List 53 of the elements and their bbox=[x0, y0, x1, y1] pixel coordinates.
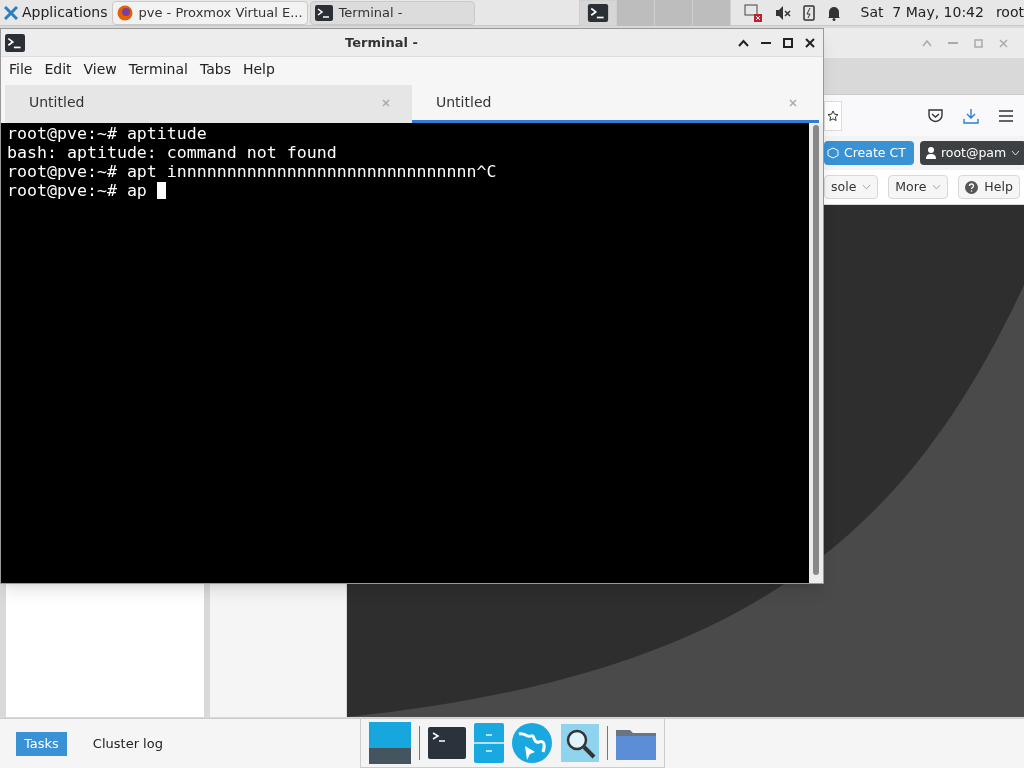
pocket-icon[interactable] bbox=[928, 108, 943, 123]
bell-icon bbox=[826, 4, 841, 21]
toolbar-button[interactable]: sole bbox=[824, 175, 879, 199]
menu-item[interactable]: Terminal bbox=[124, 58, 192, 80]
workspace-button[interactable] bbox=[578, 0, 617, 26]
menu-item[interactable]: Edit bbox=[40, 58, 76, 80]
terminal-icon bbox=[314, 4, 333, 21]
bookmark-star-button[interactable] bbox=[824, 100, 842, 131]
toolbar-button[interactable]: Help bbox=[958, 175, 1020, 199]
toolbar-button[interactable]: More bbox=[888, 175, 949, 199]
star-icon bbox=[827, 109, 839, 122]
scrollbar[interactable] bbox=[809, 123, 823, 583]
user-name[interactable]: root bbox=[995, 2, 1024, 23]
menu-item[interactable]: Help bbox=[238, 58, 279, 80]
terminal-icon bbox=[586, 3, 609, 22]
terminal-line: root@pve:~# ap bbox=[7, 181, 148, 200]
cabinet-icon[interactable] bbox=[473, 723, 504, 763]
tab[interactable]: Untitled bbox=[5, 85, 412, 123]
applications-menu[interactable]: Applications bbox=[0, 0, 112, 25]
close-icon[interactable] bbox=[805, 37, 815, 48]
taskbar-button[interactable]: Terminal - bbox=[309, 0, 475, 25]
magnifier-icon[interactable] bbox=[561, 724, 600, 762]
menu-item[interactable]: View bbox=[79, 58, 121, 80]
window-title: Terminal - bbox=[344, 33, 419, 52]
firefox-icon bbox=[116, 4, 133, 21]
terminal-line: root@pve:~# aptitude bbox=[7, 124, 207, 143]
terminal-icon bbox=[5, 33, 25, 52]
chevron-up-icon[interactable] bbox=[738, 38, 749, 47]
terminal-icon[interactable] bbox=[427, 727, 466, 759]
chevron-down-icon bbox=[862, 184, 872, 190]
terminal-line: root@pve:~# apt innnnnnnnnnnnnnnnnnnnnnnnnnnnnn^C bbox=[7, 162, 497, 181]
download-icon[interactable] bbox=[963, 107, 979, 124]
menu-item[interactable]: File bbox=[5, 58, 37, 80]
user-icon bbox=[925, 147, 936, 159]
user-menu-button[interactable]: root@pam bbox=[919, 141, 1024, 165]
battery-icon bbox=[802, 4, 815, 21]
desktop-icon[interactable] bbox=[368, 722, 411, 764]
minimize-icon[interactable] bbox=[761, 41, 771, 44]
globe-icon[interactable] bbox=[511, 722, 554, 764]
menu-icon[interactable] bbox=[999, 109, 1013, 122]
help-icon bbox=[965, 180, 979, 194]
chevron-down-icon bbox=[932, 184, 942, 190]
text-cursor bbox=[156, 182, 166, 199]
network-icon bbox=[742, 2, 763, 23]
maximize-icon[interactable] bbox=[783, 37, 793, 48]
menu-item[interactable]: Tabs bbox=[195, 58, 235, 80]
chevron-down-icon bbox=[1011, 150, 1021, 156]
terminal-line: bash: aptitude: command not found bbox=[7, 143, 337, 162]
panel-tab[interactable]: Cluster log bbox=[84, 731, 171, 756]
clock[interactable]: Sat 7 May, 10:42 bbox=[860, 2, 984, 23]
x-logo-icon bbox=[4, 5, 18, 20]
speaker-muted-icon bbox=[774, 4, 791, 21]
taskbar-button[interactable]: pve - Proxmox Virtual E... bbox=[111, 0, 308, 25]
